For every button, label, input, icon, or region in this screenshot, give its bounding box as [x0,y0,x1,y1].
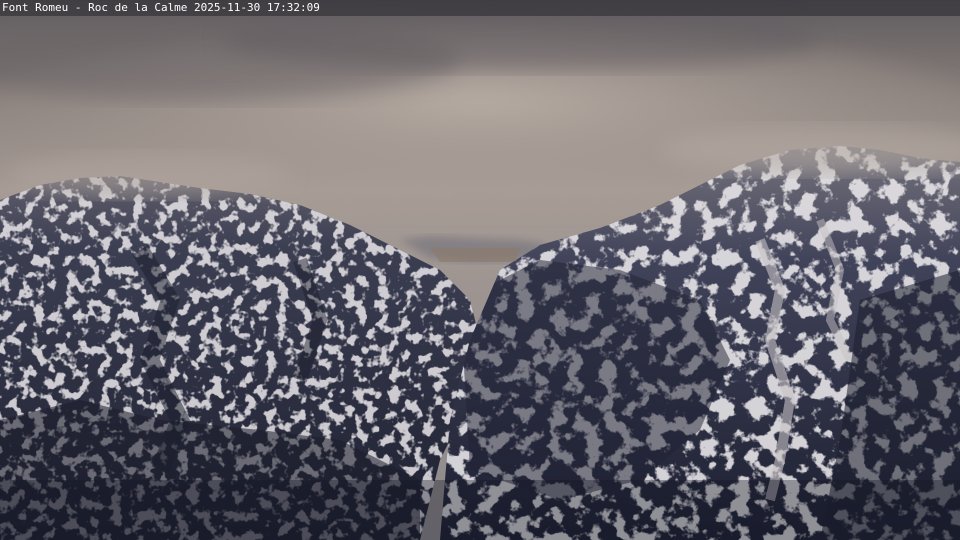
webcam-view: Font Romeu - Roc de la Calme 2025-11-30 … [0,0,960,540]
mountain-landscape-image [0,0,960,540]
camera-caption: Font Romeu - Roc de la Calme 2025-11-30 … [2,1,320,14]
timestamp-overlay-bar: Font Romeu - Roc de la Calme 2025-11-30 … [0,0,960,16]
